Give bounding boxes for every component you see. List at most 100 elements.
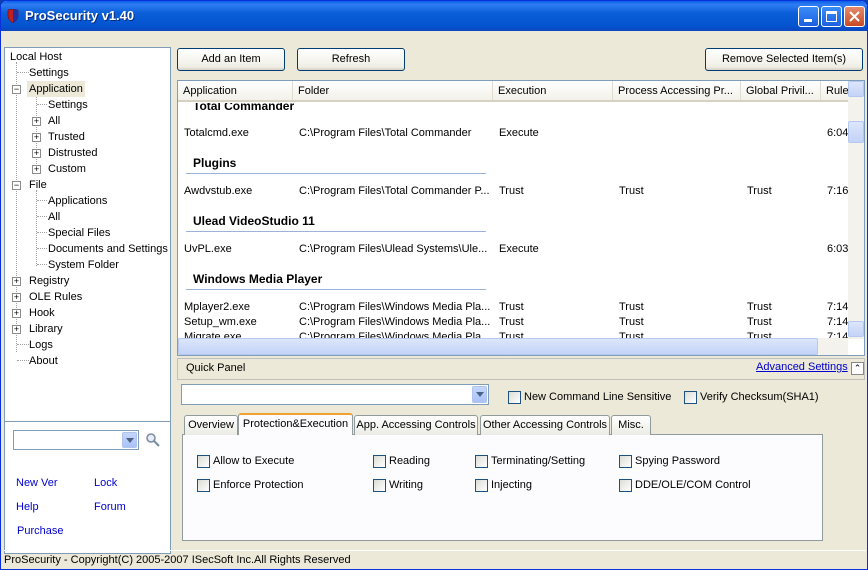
column-application[interactable]: Application	[178, 81, 293, 100]
navigation-tree[interactable]: Local Host Settings − Application Settin…	[4, 47, 171, 449]
column-rule[interactable]: Rule	[821, 81, 850, 100]
scroll-thumb-horizontal[interactable]	[178, 338, 818, 355]
tree-item-application[interactable]: Application	[27, 81, 85, 97]
tree-item-about[interactable]: About	[29, 353, 58, 369]
tree-item-special-files[interactable]: Special Files	[48, 225, 110, 241]
add-item-button[interactable]: Add an Item	[177, 48, 285, 71]
table-cell[interactable]: Trust	[619, 301, 644, 313]
close-button[interactable]	[844, 6, 865, 27]
table-cell[interactable]: Trust	[619, 316, 644, 328]
lock-link[interactable]: Lock	[94, 477, 117, 489]
table-cell[interactable]: Trust	[499, 301, 524, 313]
tree-item-settings[interactable]: Settings	[29, 65, 69, 81]
search-combo[interactable]	[13, 430, 139, 450]
scroll-up-icon[interactable]	[848, 81, 864, 97]
scroll-thumb[interactable]	[848, 121, 864, 143]
tree-item-custom[interactable]: Custom	[48, 161, 86, 177]
table-cell[interactable]: Trust	[747, 185, 772, 197]
column-folder[interactable]: Folder	[293, 81, 493, 100]
tree-item-library[interactable]: Library	[29, 321, 63, 337]
advanced-settings-link[interactable]: Advanced Settings	[756, 361, 848, 373]
table-cell[interactable]: C:\Program Files\Total Commander	[299, 127, 494, 139]
new-command-line-checkbox[interactable]	[508, 391, 521, 404]
minimize-button[interactable]	[798, 6, 819, 27]
table-cell[interactable]: Execute	[499, 243, 539, 255]
dde-control-checkbox[interactable]	[619, 479, 632, 492]
search-icon[interactable]	[145, 432, 161, 448]
table-cell[interactable]: C:\Program Files\Total Commander P...	[299, 185, 494, 197]
tree-item-trusted[interactable]: Trusted	[48, 129, 85, 145]
table-cell[interactable]: Trust	[619, 185, 644, 197]
table-cell[interactable]: Trust	[499, 316, 524, 328]
table-row[interactable]: Awdvstub.exe	[184, 185, 252, 197]
tab-misc[interactable]: Misc.	[611, 415, 651, 435]
writing-checkbox[interactable]	[373, 479, 386, 492]
horizontal-scrollbar[interactable]	[178, 338, 848, 355]
tab-protection-execution[interactable]: Protection&Execution	[238, 413, 353, 435]
tree-item-file[interactable]: File	[29, 177, 47, 193]
new-version-link[interactable]: New Ver	[16, 477, 58, 489]
table-row[interactable]: Totalcmd.exe	[184, 127, 249, 139]
column-execution[interactable]: Execution	[493, 81, 613, 100]
maximize-button[interactable]	[821, 6, 842, 27]
chevron-down-icon[interactable]	[472, 386, 487, 403]
tree-item-file-all[interactable]: All	[48, 209, 60, 225]
tree-item-hook[interactable]: Hook	[29, 305, 55, 321]
tree-item-file-applications[interactable]: Applications	[48, 193, 107, 209]
table-cell[interactable]: C:\Program Files\Ulead Systems\Ule...	[299, 243, 494, 255]
tab-other-accessing[interactable]: Other Accessing Controls	[480, 415, 610, 435]
allow-execute-checkbox[interactable]	[197, 455, 210, 468]
table-row[interactable]: Setup_wm.exe	[184, 316, 257, 328]
refresh-button[interactable]: Refresh	[297, 48, 405, 71]
table-cell[interactable]: Execute	[499, 127, 539, 139]
application-select[interactable]	[181, 384, 489, 405]
collapse-panel-icon[interactable]: ⌃	[851, 362, 864, 375]
tab-overview[interactable]: Overview	[184, 415, 238, 435]
purchase-link[interactable]: Purchase	[17, 525, 63, 537]
tree-item-logs[interactable]: Logs	[29, 337, 53, 353]
table-cell[interactable]: 6:03	[827, 243, 848, 255]
expand-icon[interactable]: +	[32, 149, 41, 158]
table-cell[interactable]: Trust	[747, 301, 772, 313]
expand-icon[interactable]: +	[32, 133, 41, 142]
spying-password-checkbox[interactable]	[619, 455, 632, 468]
terminating-checkbox[interactable]	[475, 455, 488, 468]
title-bar[interactable]: ProSecurity v1.40	[1, 1, 867, 31]
collapse-icon[interactable]: −	[12, 85, 21, 94]
scroll-down-icon[interactable]	[848, 321, 864, 337]
table-cell[interactable]: Trust	[747, 316, 772, 328]
rules-list[interactable]: Application Folder Execution Process Acc…	[177, 80, 865, 356]
expand-icon[interactable]: +	[32, 117, 41, 126]
tree-item-registry[interactable]: Registry	[29, 273, 69, 289]
table-row[interactable]: Mplayer2.exe	[184, 301, 250, 313]
table-cell[interactable]: 6:04	[827, 127, 848, 139]
tree-item-app-settings[interactable]: Settings	[48, 97, 88, 113]
tab-app-accessing[interactable]: App. Accessing Controls	[354, 415, 478, 435]
remove-selected-button[interactable]: Remove Selected Item(s)	[705, 48, 863, 71]
tree-item-ole-rules[interactable]: OLE Rules	[29, 289, 82, 305]
table-cell[interactable]: 7:16	[827, 185, 848, 197]
expand-icon[interactable]: +	[32, 165, 41, 174]
table-row[interactable]: UvPL.exe	[184, 243, 232, 255]
help-link[interactable]: Help	[16, 501, 39, 513]
verify-checksum-checkbox[interactable]	[684, 391, 697, 404]
table-cell[interactable]: 7:14	[827, 301, 848, 313]
expand-icon[interactable]: +	[12, 309, 21, 318]
tree-item-app-all[interactable]: All	[48, 113, 60, 129]
expand-icon[interactable]: +	[12, 277, 21, 286]
table-cell[interactable]: 7:14	[827, 316, 848, 328]
expand-icon[interactable]: +	[12, 325, 21, 334]
table-cell[interactable]: C:\Program Files\Windows Media Pla...	[299, 316, 494, 328]
table-cell[interactable]: C:\Program Files\Windows Media Pla...	[299, 301, 494, 313]
expand-icon[interactable]: +	[12, 293, 21, 302]
enforce-protection-checkbox[interactable]	[197, 479, 210, 492]
tree-item-documents-settings[interactable]: Documents and Settings	[48, 241, 168, 257]
vertical-scrollbar[interactable]	[848, 81, 864, 339]
tree-item-local-host[interactable]: Local Host	[10, 49, 62, 65]
chevron-down-icon[interactable]	[122, 432, 137, 448]
tree-item-system-folder[interactable]: System Folder	[48, 257, 119, 273]
tree-item-distrusted[interactable]: Distrusted	[48, 145, 98, 161]
reading-checkbox[interactable]	[373, 455, 386, 468]
column-process-accessing[interactable]: Process Accessing Pr...	[613, 81, 741, 100]
table-cell[interactable]: Trust	[499, 185, 524, 197]
